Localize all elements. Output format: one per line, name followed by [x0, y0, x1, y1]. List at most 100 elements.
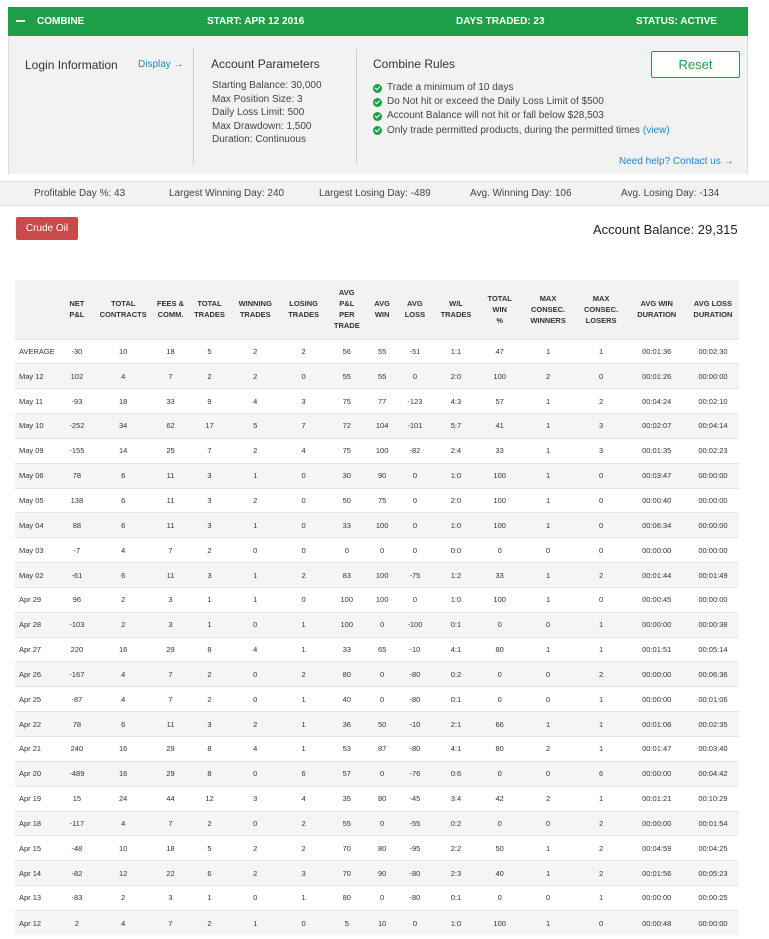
- check-circle-icon: [373, 97, 382, 107]
- table-cell: 18: [151, 835, 190, 861]
- table-cell: 11: [151, 512, 190, 538]
- table-cell: 00:04:42: [686, 760, 739, 787]
- table-cell: 72: [325, 413, 368, 439]
- table-cell: 4:1: [433, 736, 479, 762]
- table-cell: 240: [58, 736, 96, 762]
- table-cell: 78: [58, 711, 96, 737]
- table-cell: 00:02:30: [686, 338, 739, 364]
- view-permitted-link[interactable]: (view): [643, 124, 670, 138]
- table-cell: 57: [325, 760, 368, 787]
- contact-us-link[interactable]: Need help? Contact us →: [619, 156, 734, 167]
- table-cell: 2: [229, 835, 282, 861]
- table-cell: 0: [367, 661, 397, 687]
- table-cell: 138: [58, 487, 96, 513]
- table-cell: -100: [396, 611, 434, 638]
- table-cell: 0:2: [433, 661, 479, 687]
- table-cell: 80: [367, 785, 397, 812]
- table-cell: 1: [229, 512, 282, 538]
- table-cell: 7: [151, 810, 190, 836]
- table-cell: 2: [575, 562, 627, 588]
- table-cell: -83: [58, 885, 96, 911]
- column-header-text: LOSING: [289, 299, 318, 309]
- table-cell: 00:06:36: [686, 661, 739, 687]
- table-cell: 8: [189, 736, 230, 762]
- table-cell: 0: [396, 512, 434, 538]
- row-date-cell: May 12: [15, 363, 59, 389]
- table-cell: -10: [396, 711, 434, 737]
- table-cell: 6: [95, 711, 152, 737]
- table-cell: 00:01:35: [626, 437, 687, 464]
- table-cell: 3: [575, 413, 627, 439]
- rule-item: Only trade permitted products, during th…: [373, 124, 670, 138]
- column-header: [15, 280, 59, 339]
- table-cell: 00:04:59: [626, 835, 687, 861]
- column-header: MAX CONSEC. WINNERS: [520, 280, 576, 339]
- table-cell: 00:02:07: [626, 413, 687, 439]
- table-cell: 0: [367, 885, 397, 911]
- table-cell: 0: [520, 661, 576, 687]
- reset-button[interactable]: Reset: [651, 51, 740, 78]
- table-row: May 06 78 6 11 3 1 0 30 90 0 1:0 100 1 0 00:03:47 00:00…: [15, 462, 739, 489]
- table-cell: 2:0: [433, 487, 479, 513]
- table-cell: 7: [151, 537, 190, 563]
- table-row: Apr 12 2 4 7 2 1 0 5 10 0 1:0 100 1 0 00:00:48 00:00:00: [15, 909, 739, 936]
- table-cell: 80: [367, 835, 397, 861]
- table-row: May 09 -155 14 25 7 2 4 75 100 -82 2:4 33 1 3 00:01:35…: [15, 437, 739, 464]
- table-cell: 6: [95, 512, 152, 538]
- table-cell: 75: [325, 388, 368, 414]
- table-cell: 90: [367, 860, 397, 886]
- crude-oil-product-button[interactable]: Crude Oil: [16, 217, 78, 240]
- column-header-text: TOTAL: [197, 299, 222, 309]
- account-balance: Account Balance: 29,315: [593, 222, 738, 237]
- table-cell: 1:0: [433, 462, 479, 489]
- column-header: WINNING TRADES: [229, 280, 282, 339]
- table-row: May 11 -93 18 33 9 4 3 75 77 -123 4:3 57 1 2 00:04:24 0…: [15, 388, 739, 414]
- table-cell: -103: [58, 611, 96, 638]
- table-cell: 0: [396, 586, 434, 613]
- column-header-text: TRADES: [440, 310, 472, 320]
- stat-largest-winning-day: Largest Winning Day: 240: [169, 188, 285, 199]
- table-cell: 00:04:14: [686, 413, 739, 439]
- table-row: Apr 19 15 24 44 12 3 4 35 80 -45 3:4 42 2 1 00:01:21 00…: [15, 785, 739, 812]
- table-cell: 3: [189, 487, 230, 513]
- table-row: Apr 18 -117 4 7 2 0 2 55 0 -55 0:2 0 0 2 00:00:00 00:01…: [15, 810, 739, 836]
- table-cell: 4: [281, 785, 326, 812]
- table-cell: 2: [95, 885, 152, 911]
- rule-text: Account Balance will not hit or fall bel…: [387, 110, 604, 122]
- combine-header-bar[interactable]: COMBINE START: APR 12 2016 DAYS TRADED: …: [8, 7, 748, 36]
- column-header-text: DURATION: [693, 310, 733, 320]
- stat-avg-losing-day: Avg. Losing Day: -134: [621, 188, 720, 199]
- table-cell: 3: [281, 388, 326, 414]
- table-cell: -167: [58, 661, 96, 687]
- table-cell: 0: [281, 537, 326, 563]
- column-header: W/L TRADES: [433, 280, 479, 339]
- table-cell: 0: [575, 537, 627, 563]
- table-cell: 2: [189, 810, 230, 836]
- display-login-link[interactable]: Display →: [138, 59, 184, 70]
- table-cell: 3: [151, 611, 190, 638]
- table-row: Apr 21 240 16 29 8 4 1 53 87 -80 4:1 80 2 1 00:01:47 00…: [15, 736, 739, 762]
- table-cell: 0: [520, 686, 576, 712]
- table-cell: -45: [396, 785, 434, 812]
- column-header: TOTAL CONTRACTS: [95, 280, 152, 339]
- table-cell: 00:00:00: [686, 537, 739, 563]
- rule-text: Do Not hit or exceed the Daily Loss Limi…: [387, 96, 604, 108]
- stat-avg-winning-day: Avg. Winning Day: 106: [470, 188, 572, 199]
- table-cell: 6: [575, 760, 627, 787]
- table-cell: 00:02:10: [686, 388, 739, 414]
- column-header: AVG P&L PER TRADE: [325, 280, 368, 339]
- table-cell: -252: [58, 413, 96, 439]
- table-cell: 0: [396, 537, 434, 563]
- param-daily-loss-limit: Daily Loss Limit: 500: [212, 107, 305, 118]
- table-cell: 4:3: [433, 388, 479, 414]
- column-header-text: TRADES: [288, 310, 320, 320]
- table-cell: 4: [229, 736, 282, 762]
- column-header-text: CONSEC.: [530, 304, 566, 314]
- table-cell: 11: [151, 562, 190, 588]
- column-header-text: P&L: [339, 299, 355, 309]
- table-cell: 55: [325, 810, 368, 836]
- collapse-minus-icon[interactable]: [16, 20, 25, 22]
- divider: [193, 49, 194, 164]
- table-cell: 1: [520, 909, 576, 936]
- column-header-text: TRADES: [194, 310, 225, 320]
